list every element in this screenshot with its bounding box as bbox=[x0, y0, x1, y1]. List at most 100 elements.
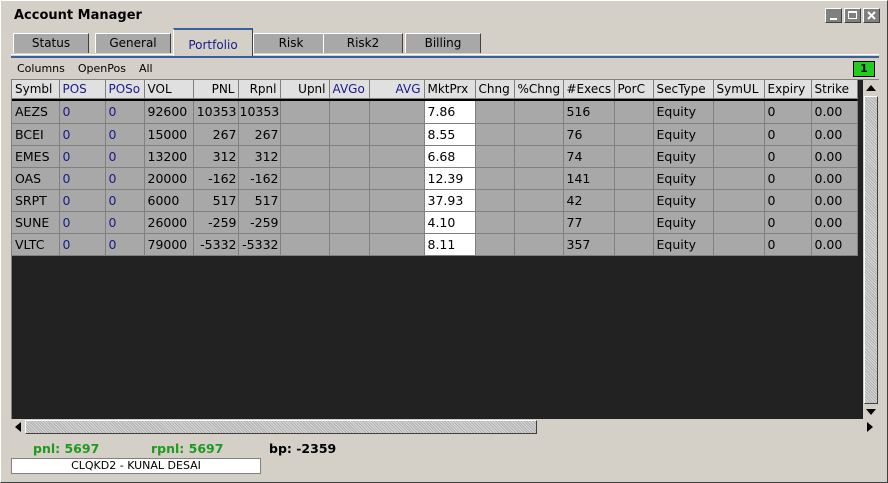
cell-pos[interactable]: 0 bbox=[59, 123, 106, 146]
table-row[interactable]: VLTC 0 0 79000 -5332 -5332 8.11 357 Equity 0 0.00 bbox=[12, 233, 858, 256]
cell-chng[interactable] bbox=[475, 233, 515, 256]
col-header-mktprx[interactable]: MktPrx bbox=[424, 80, 476, 99]
horizontal-scroll-thumb[interactable] bbox=[25, 420, 537, 434]
cell-pos[interactable]: 0 bbox=[59, 167, 106, 190]
cell-strike[interactable]: 0.00 bbox=[811, 123, 858, 146]
table-row[interactable]: SUNE 0 0 26000 -259 -259 4.10 77 Equity 0 0.00 bbox=[12, 211, 858, 234]
cell-rpnl[interactable]: 312 bbox=[238, 145, 281, 168]
cell-execs[interactable]: 42 bbox=[563, 189, 615, 212]
cell-porc[interactable] bbox=[614, 233, 654, 256]
cell-pchng[interactable] bbox=[514, 211, 564, 234]
cell-execs[interactable]: 357 bbox=[563, 233, 615, 256]
horizontal-scrollbar[interactable] bbox=[11, 419, 879, 435]
cell-mktprx[interactable]: 8.11 bbox=[424, 233, 476, 256]
cell-strike[interactable]: 0.00 bbox=[811, 101, 858, 124]
cell-upnl[interactable] bbox=[280, 233, 330, 256]
cell-strike[interactable]: 0.00 bbox=[811, 189, 858, 212]
table-row[interactable]: AEZS 0 0 92600 10353 10353 7.86 516 Equity 0 0.00 bbox=[12, 101, 858, 124]
cell-strike[interactable]: 0.00 bbox=[811, 145, 858, 168]
cell-expiry[interactable]: 0 bbox=[764, 211, 812, 234]
col-header-avg[interactable]: AVG bbox=[369, 80, 425, 99]
cell-mktprx[interactable]: 6.68 bbox=[424, 145, 476, 168]
cell-poso[interactable]: 0 bbox=[105, 189, 145, 212]
cell-chng[interactable] bbox=[475, 145, 515, 168]
cell-avg[interactable] bbox=[369, 167, 425, 190]
cell-avg[interactable] bbox=[369, 101, 425, 124]
cell-avg[interactable] bbox=[369, 211, 425, 234]
col-header-symbl[interactable]: Symbl bbox=[12, 80, 60, 99]
cell-mktprx[interactable]: 37.93 bbox=[424, 189, 476, 212]
cell-vol[interactable]: 20000 bbox=[144, 167, 194, 190]
cell-symbl[interactable]: AEZS bbox=[12, 101, 60, 124]
cell-upnl[interactable] bbox=[280, 145, 330, 168]
cell-pnl[interactable]: 10353 bbox=[193, 101, 239, 124]
cell-avg[interactable] bbox=[369, 233, 425, 256]
cell-avgo[interactable] bbox=[329, 123, 370, 146]
cell-symbl[interactable]: VLTC bbox=[12, 233, 60, 256]
cell-rpnl[interactable]: -5332 bbox=[238, 233, 281, 256]
cell-expiry[interactable]: 0 bbox=[764, 101, 812, 124]
cell-poso[interactable]: 0 bbox=[105, 233, 145, 256]
cell-chng[interactable] bbox=[475, 211, 515, 234]
cell-symul[interactable] bbox=[713, 145, 765, 168]
cell-pos[interactable]: 0 bbox=[59, 233, 106, 256]
table-row[interactable]: EMES 0 0 13200 312 312 6.68 74 Equity 0 0.00 bbox=[12, 145, 858, 168]
cell-sectype[interactable]: Equity bbox=[653, 123, 714, 146]
cell-strike[interactable]: 0.00 bbox=[811, 167, 858, 190]
cell-upnl[interactable] bbox=[280, 101, 330, 124]
table-row[interactable]: OAS 0 0 20000 -162 -162 12.39 141 Equity 0 0.00 bbox=[12, 167, 858, 190]
cell-rpnl[interactable]: -259 bbox=[238, 211, 281, 234]
cell-symbl[interactable]: BCEI bbox=[12, 123, 60, 146]
cell-upnl[interactable] bbox=[280, 167, 330, 190]
cell-avgo[interactable] bbox=[329, 189, 370, 212]
col-header-expiry[interactable]: Expiry bbox=[764, 80, 812, 99]
cell-pchng[interactable] bbox=[514, 233, 564, 256]
tab-risk[interactable]: Risk bbox=[253, 33, 329, 53]
cell-avgo[interactable] bbox=[329, 211, 370, 234]
col-header-rpnl[interactable]: Rpnl bbox=[238, 80, 281, 99]
table-row[interactable]: BCEI 0 0 15000 267 267 8.55 76 Equity 0 0.00 bbox=[12, 123, 858, 146]
cell-execs[interactable]: 74 bbox=[563, 145, 615, 168]
tab-general[interactable]: General bbox=[95, 33, 171, 53]
cell-chng[interactable] bbox=[475, 167, 515, 190]
cell-pnl[interactable]: 517 bbox=[193, 189, 239, 212]
cell-avgo[interactable] bbox=[329, 167, 370, 190]
cell-poso[interactable]: 0 bbox=[105, 167, 145, 190]
col-header-avgo[interactable]: AVGo bbox=[329, 80, 370, 99]
col-header-pos[interactable]: POS bbox=[59, 80, 106, 99]
vertical-scroll-thumb[interactable] bbox=[864, 96, 878, 404]
cell-chng[interactable] bbox=[475, 101, 515, 124]
cell-mktprx[interactable]: 12.39 bbox=[424, 167, 476, 190]
cell-pchng[interactable] bbox=[514, 189, 564, 212]
cell-expiry[interactable]: 0 bbox=[764, 189, 812, 212]
cell-upnl[interactable] bbox=[280, 189, 330, 212]
cell-execs[interactable]: 141 bbox=[563, 167, 615, 190]
table-row[interactable]: SRPT 0 0 6000 517 517 37.93 42 Equity 0 0.00 bbox=[12, 189, 858, 212]
cell-symul[interactable] bbox=[713, 167, 765, 190]
cell-porc[interactable] bbox=[614, 189, 654, 212]
cell-avgo[interactable] bbox=[329, 233, 370, 256]
scroll-down-icon[interactable] bbox=[863, 405, 879, 419]
cell-sectype[interactable]: Equity bbox=[653, 211, 714, 234]
cell-execs[interactable]: 76 bbox=[563, 123, 615, 146]
cell-vol[interactable]: 6000 bbox=[144, 189, 194, 212]
cell-avgo[interactable] bbox=[329, 101, 370, 124]
cell-porc[interactable] bbox=[614, 167, 654, 190]
cell-pnl[interactable]: 267 bbox=[193, 123, 239, 146]
cell-mktprx[interactable]: 8.55 bbox=[424, 123, 476, 146]
cell-pchng[interactable] bbox=[514, 167, 564, 190]
minimize-button[interactable] bbox=[825, 8, 842, 23]
col-header-vol[interactable]: VOL bbox=[144, 80, 194, 99]
cell-porc[interactable] bbox=[614, 123, 654, 146]
cell-rpnl[interactable]: 267 bbox=[238, 123, 281, 146]
cell-poso[interactable]: 0 bbox=[105, 101, 145, 124]
close-button[interactable] bbox=[863, 8, 880, 23]
col-header-porc[interactable]: PorC bbox=[614, 80, 654, 99]
tab-status[interactable]: Status bbox=[13, 33, 89, 53]
col-header-poso[interactable]: POSo bbox=[105, 80, 145, 99]
scroll-up-icon[interactable] bbox=[863, 81, 879, 95]
cell-sectype[interactable]: Equity bbox=[653, 167, 714, 190]
cell-pos[interactable]: 0 bbox=[59, 189, 106, 212]
cell-poso[interactable]: 0 bbox=[105, 123, 145, 146]
cell-sectype[interactable]: Equity bbox=[653, 233, 714, 256]
